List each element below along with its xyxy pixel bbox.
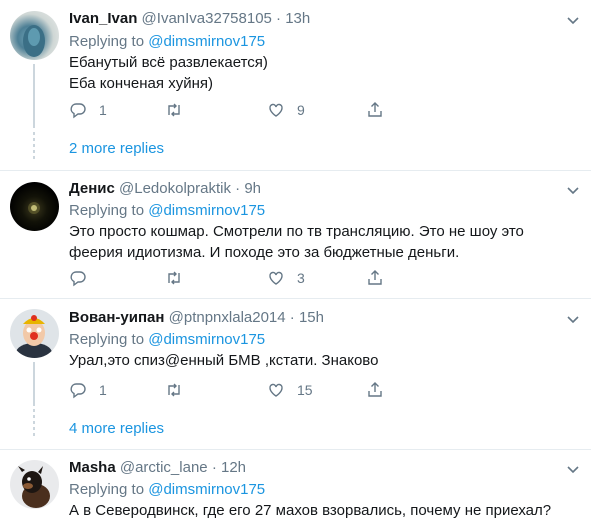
action-bar: 3 <box>69 268 389 288</box>
mention-link[interactable]: @dimsmirnov175 <box>148 202 265 219</box>
share-button[interactable] <box>366 268 384 288</box>
share-icon <box>368 102 382 117</box>
display-name[interactable]: Денис <box>69 180 115 197</box>
avatar[interactable] <box>10 309 59 358</box>
handle[interactable]: @ptnpnxlala2014 <box>169 309 286 326</box>
retweet-icon <box>168 271 180 285</box>
like-count: 3 <box>297 270 305 286</box>
like-icon <box>269 103 283 117</box>
retweet-icon <box>168 383 180 397</box>
thread-dots <box>33 409 35 439</box>
like-button[interactable]: 9 <box>267 100 305 120</box>
share-icon <box>368 270 382 285</box>
retweet-button[interactable] <box>165 100 183 120</box>
avatar[interactable] <box>10 11 59 60</box>
chevron-down-icon[interactable] <box>565 461 581 477</box>
reply-button[interactable]: 1 <box>69 380 107 400</box>
mention-link[interactable]: @dimsmirnov175 <box>148 33 265 50</box>
thread-line <box>33 64 35 128</box>
display-name[interactable]: Ivan_Ivan <box>69 10 137 27</box>
reply-button[interactable] <box>69 268 87 288</box>
timestamp[interactable]: 15h <box>299 309 324 326</box>
tweet-text-line: Это просто кошмар. Смотрели по тв трансл… <box>69 223 524 240</box>
tweet-text-line: Урал,это спиз@енный БМВ ,кстати. Знаково <box>69 352 379 369</box>
retweet-button[interactable] <box>165 268 183 288</box>
like-count: 9 <box>297 102 305 118</box>
share-button[interactable] <box>366 100 384 120</box>
retweet-icon <box>168 103 180 117</box>
like-button[interactable]: 15 <box>267 380 313 400</box>
timestamp[interactable]: 13h <box>285 10 310 27</box>
reply-tweet[interactable]: Вован-уипан @ptnpnxlala2014 · 15h Replyi… <box>0 299 591 449</box>
tweet-header: Вован-уипан @ptnpnxlala2014 · 15h <box>69 308 324 328</box>
chevron-down-icon[interactable] <box>565 182 581 198</box>
mention-link[interactable]: @dimsmirnov175 <box>148 481 265 498</box>
like-count: 15 <box>297 382 313 398</box>
replying-prefix: Replying to <box>69 33 149 50</box>
replying-prefix: Replying to <box>69 331 149 348</box>
action-bar: 1 9 <box>69 100 389 120</box>
like-icon <box>269 383 283 397</box>
tweet-header: Ivan_Ivan @IvanIva32758105 · 13h <box>69 9 310 29</box>
reply-icon <box>70 383 86 399</box>
reply-tweet[interactable]: Masha @arctic_lane · 12h Replying to @di… <box>0 450 591 529</box>
display-name[interactable]: Masha <box>69 459 116 476</box>
replying-to: Replying to @dimsmirnov175 <box>69 32 265 52</box>
reply-icon <box>70 103 86 119</box>
tweet-text-line: А в Северодвинск, где его 27 махов взорв… <box>69 502 552 519</box>
thread-dots <box>33 132 35 162</box>
separator-dot: · <box>289 309 295 326</box>
replying-to: Replying to @dimsmirnov175 <box>69 201 265 221</box>
handle[interactable]: @Ledokolpraktik <box>119 180 231 197</box>
reply-count: 1 <box>99 102 107 118</box>
display-name[interactable]: Вован-уипан <box>69 309 164 326</box>
thread-line <box>33 362 35 406</box>
separator-dot: · <box>276 10 282 27</box>
replying-prefix: Replying to <box>69 481 149 498</box>
chevron-down-icon[interactable] <box>565 12 581 28</box>
reply-tweet[interactable]: Ivan_Ivan @IvanIva32758105 · 13h Replyin… <box>0 0 591 170</box>
timestamp[interactable]: 9h <box>244 180 261 197</box>
replying-to: Replying to @dimsmirnov175 <box>69 480 265 500</box>
chevron-down-icon[interactable] <box>565 311 581 327</box>
tweet-text: А в Северодвинск, где его 27 махов взорв… <box>69 500 551 521</box>
separator-dot: · <box>211 459 217 476</box>
timestamp[interactable]: 12h <box>221 459 246 476</box>
handle[interactable]: @IvanIva32758105 <box>142 10 272 27</box>
action-bar: 1 15 <box>69 380 389 400</box>
like-button[interactable]: 3 <box>267 268 305 288</box>
replying-prefix: Replying to <box>69 202 149 219</box>
tweet-header: Masha @arctic_lane · 12h <box>69 458 246 478</box>
reply-tweet[interactable]: Денис @Ledokolpraktik · 9h Replying to @… <box>0 171 591 298</box>
tweet-header: Денис @Ledokolpraktik · 9h <box>69 179 261 199</box>
handle[interactable]: @arctic_lane <box>120 459 208 476</box>
avatar[interactable] <box>10 182 59 231</box>
share-button[interactable] <box>366 380 384 400</box>
replying-to: Replying to @dimsmirnov175 <box>69 330 265 350</box>
tweet-text: Урал,это спиз@енный БМВ ,кстати. Знаково <box>69 350 378 371</box>
more-replies-link[interactable]: 4 more replies <box>69 419 164 439</box>
reply-button[interactable]: 1 <box>69 100 107 120</box>
tweet-text-line: феерия идиотизма. И походе это за бюджет… <box>69 244 460 261</box>
mention-link[interactable]: @dimsmirnov175 <box>148 331 265 348</box>
separator-dot: · <box>235 180 241 197</box>
tweet-text: Ебанутый всё развлекается) Еба конченая … <box>69 52 268 94</box>
reply-icon <box>70 271 86 287</box>
tweet-text-line: Еба конченая хуйня) <box>69 75 213 92</box>
tweet-text: Это просто кошмар. Смотрели по тв трансл… <box>69 221 524 263</box>
more-replies-link[interactable]: 2 more replies <box>69 139 164 159</box>
retweet-button[interactable] <box>165 380 183 400</box>
reply-count: 1 <box>99 382 107 398</box>
share-icon <box>368 382 382 397</box>
tweet-text-line: Ебанутый всё развлекается) <box>69 54 268 71</box>
avatar[interactable] <box>10 460 59 509</box>
like-icon <box>269 271 283 285</box>
